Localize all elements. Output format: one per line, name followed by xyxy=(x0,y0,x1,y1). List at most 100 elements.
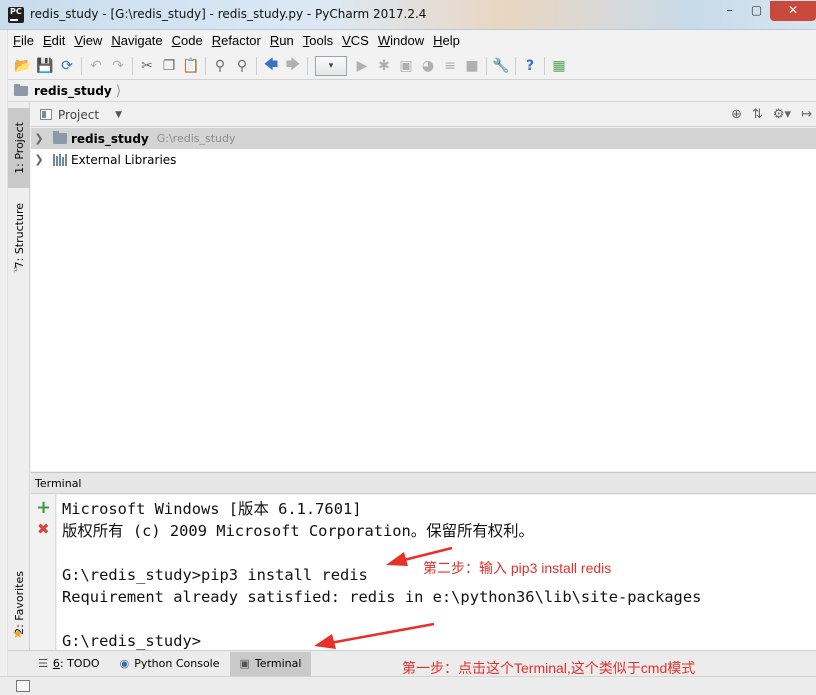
tool-windows-icon[interactable] xyxy=(16,680,30,692)
replace-icon[interactable]: ⚲ xyxy=(231,55,253,77)
scroll-from-source-icon[interactable]: ⊕ xyxy=(731,107,742,122)
paste-icon[interactable]: 📋 xyxy=(180,55,202,77)
coverage-icon[interactable]: ▣ xyxy=(395,55,417,77)
terminal-icon: ▣ xyxy=(239,657,250,670)
toolbar-separator xyxy=(205,56,206,75)
menu-mnemonic: R xyxy=(211,33,222,48)
menu-navigate[interactable]: Navigate xyxy=(106,31,166,51)
menu-run[interactable]: Run xyxy=(265,31,298,51)
library-icon xyxy=(53,153,67,166)
run-config-combo[interactable]: ▾ xyxy=(315,55,347,76)
collapse-all-icon[interactable]: ⇅ xyxy=(752,107,763,122)
sdk-icon[interactable]: ▦ xyxy=(548,55,570,77)
menu-vcs[interactable]: VCS xyxy=(337,31,373,51)
breadcrumb-project[interactable]: redis_study xyxy=(34,84,112,98)
menu-mnemonic: W xyxy=(377,33,391,48)
tab-project-label: 1: Project xyxy=(12,122,26,174)
help-icon[interactable]: ? xyxy=(519,55,541,77)
minimize-button[interactable]: – xyxy=(716,1,743,21)
tab-favorites-label: 2: Favorites xyxy=(12,571,26,635)
stop-icon[interactable]: ■ xyxy=(461,55,483,77)
open-folder-icon[interactable]: 📂 xyxy=(12,55,34,77)
gear-icon[interactable]: ⚙▾ xyxy=(773,107,791,122)
tab-structure-label: 7: Structure xyxy=(12,203,26,269)
chevron-right-icon[interactable]: ❯ xyxy=(31,132,47,145)
folder-icon xyxy=(53,131,67,144)
project-structure-icon[interactable]: 🔧 xyxy=(490,55,512,77)
find-icon[interactable]: ⚲ xyxy=(209,55,231,77)
menu-bar: File Edit View Navigate Code Refactor Ru… xyxy=(8,30,816,52)
menu-label: ile xyxy=(20,33,34,48)
menu-mnemonic: N xyxy=(111,33,121,48)
tab-python-console[interactable]: ◉ Python Console xyxy=(110,652,230,676)
terminal-line: Microsoft Windows [版本 6.1.7601] xyxy=(62,500,362,518)
hide-panel-icon[interactable]: ↦ xyxy=(801,107,812,122)
profile-icon[interactable]: ◕ xyxy=(417,55,439,77)
menu-help[interactable]: Help xyxy=(428,31,464,51)
menu-file[interactable]: File xyxy=(8,31,38,51)
menu-mnemonic: E xyxy=(42,33,52,48)
copy-icon[interactable]: ❐ xyxy=(158,55,180,77)
window-left-edge xyxy=(0,30,8,676)
chevron-right-icon[interactable]: ❯ xyxy=(31,153,47,166)
toolbar-separator xyxy=(486,56,487,75)
tab-structure[interactable]: 7: Structure xyxy=(8,195,30,277)
tab-terminal[interactable]: ▣ Terminal xyxy=(229,651,312,676)
pycharm-logo-icon: PC xyxy=(8,7,24,23)
back-icon[interactable]: 🡄 xyxy=(260,55,282,77)
chevron-down-icon[interactable]: ▼ xyxy=(115,110,122,120)
tree-item-path: G:\redis_study xyxy=(156,132,236,145)
menu-mnemonic: R xyxy=(269,33,280,48)
tab-label: Terminal xyxy=(254,657,302,670)
terminal-line: Requirement already satisfied: redis in … xyxy=(62,588,702,606)
main-toolbar: 📂 💾 ⟳ ↶ ↷ ✂ ❐ 📋 ⚲ ⚲ 🡄 🡆 ▾ ▶ ✱ ▣ ◕ ≡ ■ 🔧 … xyxy=(8,52,816,80)
cut-icon[interactable]: ✂ xyxy=(136,55,158,77)
menu-code[interactable]: Code xyxy=(167,31,207,51)
menu-label: CS xyxy=(350,33,369,48)
breadcrumb: redis_study ⟩ xyxy=(8,80,816,102)
title-bar: PC redis_study - [G:\redis_study] - redi… xyxy=(0,0,816,30)
concurrency-icon[interactable]: ≡ xyxy=(439,55,461,77)
status-bar xyxy=(0,676,816,695)
close-session-icon[interactable]: ✖ xyxy=(37,520,50,538)
maximize-button[interactable]: ▢ xyxy=(743,1,770,21)
menu-mnemonic: C xyxy=(171,33,182,48)
redo-icon[interactable]: ↷ xyxy=(107,55,129,77)
tree-item-external-libraries[interactable]: ❯ External Libraries xyxy=(31,149,816,170)
chevron-right-icon: ⟩ xyxy=(115,82,122,99)
run-icon[interactable]: ▶ xyxy=(351,55,373,77)
star-icon: ★ xyxy=(12,627,24,642)
undo-icon[interactable]: ↶ xyxy=(85,55,107,77)
menu-label: indow xyxy=(390,33,425,48)
debug-icon[interactable]: ✱ xyxy=(373,55,395,77)
sync-icon[interactable]: ⟳ xyxy=(56,55,78,77)
tree-item-redis-study[interactable]: ❯ redis_study G:\redis_study xyxy=(31,128,816,149)
menu-label: elp xyxy=(442,33,460,48)
menu-label: ools xyxy=(309,33,334,48)
tab-project[interactable]: 1: Project xyxy=(8,108,30,188)
folder-icon xyxy=(14,83,28,96)
structure-icon: ♯ xyxy=(13,263,19,276)
menu-label: ode xyxy=(181,33,203,48)
menu-label: avigate xyxy=(120,33,163,48)
menu-tools[interactable]: Tools xyxy=(298,31,337,51)
project-tree: ❯ redis_study G:\redis_study ❯ External … xyxy=(31,128,816,471)
left-tool-stripe: 1: Project 7: Structure 2: Favorites ★ ♯ xyxy=(8,103,30,650)
window-title: redis_study - [G:\redis_study] - redis_s… xyxy=(30,7,427,21)
save-icon[interactable]: 💾 xyxy=(34,55,56,77)
forward-icon[interactable]: 🡆 xyxy=(282,55,304,77)
menu-window[interactable]: Window xyxy=(373,31,428,51)
project-panel-title[interactable]: Project xyxy=(58,108,99,122)
python-icon: ◉ xyxy=(119,657,130,670)
close-window-button[interactable]: ✕ xyxy=(770,1,816,21)
project-panel-header: Project ▼ ⊕ ⇅ ⚙▾ ↦ xyxy=(31,103,816,127)
menu-edit[interactable]: Edit xyxy=(38,31,69,51)
menu-view[interactable]: View xyxy=(69,31,106,51)
tree-item-label: redis_study xyxy=(71,131,149,146)
menu-refactor[interactable]: Refactor xyxy=(207,31,265,51)
new-session-icon[interactable]: + xyxy=(36,497,51,518)
menu-label: iew xyxy=(82,33,103,48)
tab-todo[interactable]: ☰ 6: TODO xyxy=(28,652,110,676)
tab-mnemonic: 6 xyxy=(52,657,60,670)
